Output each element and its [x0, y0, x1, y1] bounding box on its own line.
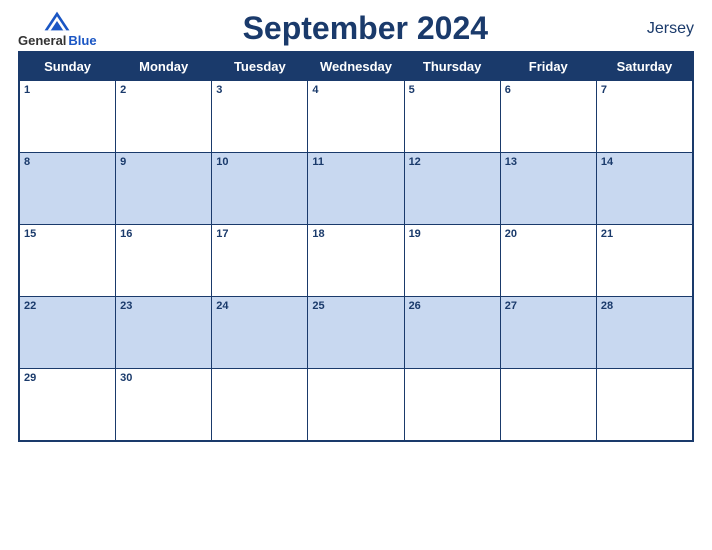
day-number: 20 [505, 228, 592, 240]
day-number: 5 [409, 84, 496, 96]
day-cell [404, 369, 500, 441]
calendar-title: September 2024 [243, 10, 488, 47]
day-number: 11 [312, 156, 399, 168]
day-number: 18 [312, 228, 399, 240]
week-row-3: 15 16 17 18 19 20 21 [20, 225, 693, 297]
day-cell: 29 [20, 369, 116, 441]
week-row-5: 29 30 [20, 369, 693, 441]
day-cell: 19 [404, 225, 500, 297]
day-number: 4 [312, 84, 399, 96]
day-cell: 11 [308, 153, 404, 225]
day-number: 1 [24, 84, 111, 96]
day-cell: 21 [596, 225, 692, 297]
generalblue-icon [43, 10, 71, 32]
week-row-2: 89 10 11 12 13 14 [20, 153, 693, 225]
day-number: 21 [601, 228, 688, 240]
day-cell: 8 [20, 153, 116, 225]
day-cell: 28 [596, 297, 692, 369]
logo-general-text: General [18, 34, 66, 47]
day-number: 7 [601, 84, 688, 96]
day-number: 2 [120, 84, 207, 96]
day-number: 6 [505, 84, 592, 96]
day-number: 8 [24, 156, 111, 168]
day-cell: 16 [116, 225, 212, 297]
logo-area: General Blue [18, 10, 97, 47]
day-number: 3 [216, 84, 303, 96]
week-row-1: 1234567 [20, 81, 693, 153]
day-number: 12 [409, 156, 496, 168]
day-cell: 10 [212, 153, 308, 225]
day-cell: 7 [596, 81, 692, 153]
day-cell: 14 [596, 153, 692, 225]
day-number: 19 [409, 228, 496, 240]
day-cell [308, 369, 404, 441]
day-cell: 6 [500, 81, 596, 153]
day-cell: 15 [20, 225, 116, 297]
day-cell: 23 [116, 297, 212, 369]
day-cell: 5 [404, 81, 500, 153]
day-number: 24 [216, 300, 303, 312]
day-cell: 18 [308, 225, 404, 297]
day-cell: 27 [500, 297, 596, 369]
logo-blue-text: Blue [68, 34, 96, 47]
day-cell: 17 [212, 225, 308, 297]
day-cell [500, 369, 596, 441]
day-cell: 4 [308, 81, 404, 153]
day-number: 29 [24, 372, 111, 384]
day-number: 26 [409, 300, 496, 312]
header-saturday: Saturday [596, 53, 692, 81]
day-number: 30 [120, 372, 207, 384]
day-number: 10 [216, 156, 303, 168]
day-number: 22 [24, 300, 111, 312]
days-of-week-row: Sunday Monday Tuesday Wednesday Thursday… [20, 53, 693, 81]
day-number: 23 [120, 300, 207, 312]
day-cell: 1 [20, 81, 116, 153]
region-label: Jersey [634, 20, 694, 38]
day-cell: 2 [116, 81, 212, 153]
day-number: 16 [120, 228, 207, 240]
header-sunday: Sunday [20, 53, 116, 81]
day-cell: 26 [404, 297, 500, 369]
calendar-grid: Sunday Monday Tuesday Wednesday Thursday… [18, 51, 694, 442]
day-cell: 12 [404, 153, 500, 225]
day-cell: 13 [500, 153, 596, 225]
day-number: 28 [601, 300, 688, 312]
day-number: 15 [24, 228, 111, 240]
day-cell [596, 369, 692, 441]
day-cell: 9 [116, 153, 212, 225]
header-friday: Friday [500, 53, 596, 81]
day-cell: 3 [212, 81, 308, 153]
header-monday: Monday [116, 53, 212, 81]
day-cell: 24 [212, 297, 308, 369]
header-thursday: Thursday [404, 53, 500, 81]
header-wednesday: Wednesday [308, 53, 404, 81]
header-tuesday: Tuesday [212, 53, 308, 81]
calendar-header: General Blue September 2024 Jersey [18, 10, 694, 47]
day-cell: 30 [116, 369, 212, 441]
day-number: 17 [216, 228, 303, 240]
day-cell: 22 [20, 297, 116, 369]
day-number: 27 [505, 300, 592, 312]
week-row-4: 22 23 24 25 26 27 28 [20, 297, 693, 369]
day-number: 14 [601, 156, 688, 168]
day-cell: 25 [308, 297, 404, 369]
day-number: 25 [312, 300, 399, 312]
day-number: 13 [505, 156, 592, 168]
day-number: 9 [120, 156, 207, 168]
day-cell: 20 [500, 225, 596, 297]
day-cell [212, 369, 308, 441]
